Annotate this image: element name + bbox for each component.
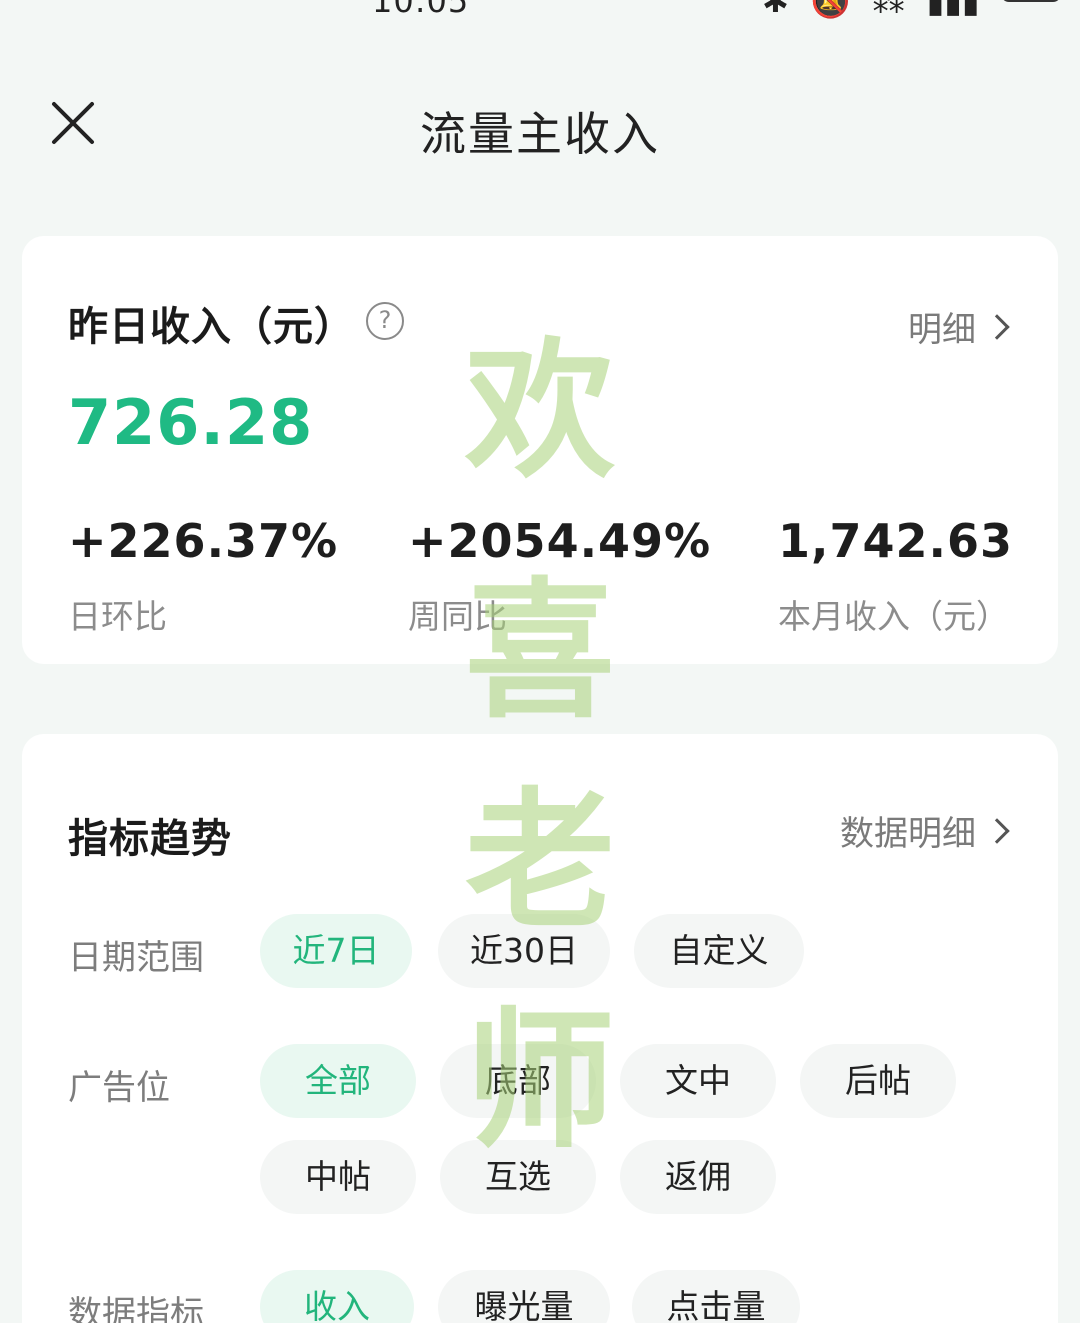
- stat-value: +226.37%: [68, 514, 339, 568]
- data-detail-link[interactable]: 数据明细: [840, 806, 1010, 855]
- chevron-right-icon: [984, 817, 1010, 844]
- chip-impressions[interactable]: 曝光量: [438, 1270, 610, 1323]
- chip-last-7-days[interactable]: 近7日: [260, 914, 412, 988]
- chip-bottom[interactable]: 底部: [440, 1044, 596, 1118]
- chip-clicks[interactable]: 点击量: [632, 1270, 800, 1323]
- stat-value: +2054.49%: [408, 514, 712, 568]
- income-detail-label: 明细: [908, 310, 976, 350]
- stat-month-income: 1,742.63 本月收入（元）: [778, 514, 1013, 638]
- status-bar: 10:05 ✱ 🔕 ⁂ ▮▮▮ 82: [0, 0, 1080, 20]
- signal-icon: ▮▮▮: [926, 0, 980, 20]
- income-detail-link[interactable]: 明细: [908, 302, 1010, 351]
- chip-custom[interactable]: 自定义: [634, 914, 804, 988]
- battery-icon: 82: [1001, 0, 1062, 2]
- help-icon[interactable]: ?: [366, 302, 404, 340]
- chip-in-article[interactable]: 文中: [620, 1044, 776, 1118]
- chip-after-post[interactable]: 后帖: [800, 1044, 956, 1118]
- ad-position-label: 广告位: [68, 1068, 170, 1108]
- bluetooth-icon: ✱: [762, 0, 789, 20]
- date-range-label: 日期范围: [68, 938, 204, 978]
- trend-title: 指标趋势: [68, 816, 232, 862]
- stat-label: 周同比: [408, 597, 507, 636]
- stat-value: 1,742.63: [778, 514, 1013, 568]
- data-detail-label: 数据明细: [840, 814, 976, 854]
- chip-mutual-select[interactable]: 互选: [440, 1140, 596, 1214]
- chip-all[interactable]: 全部: [260, 1044, 416, 1118]
- stat-label: 日环比: [68, 597, 167, 636]
- page-title: 流量主收入: [420, 107, 660, 161]
- stat-week-over-week: +2054.49% 周同比: [408, 514, 711, 638]
- yesterday-income-amount: 726.28: [68, 386, 314, 459]
- top-nav: 流量主收入: [0, 80, 1080, 170]
- stat-label: 本月收入（元）: [778, 597, 1009, 636]
- stat-day-over-day: +226.37% 日环比: [68, 514, 338, 638]
- chip-income[interactable]: 收入: [260, 1270, 414, 1323]
- trend-card: 指标趋势 数据明细 日期范围 近7日 近30日 自定义 广告位 全部 底部 文中…: [22, 734, 1058, 1323]
- yesterday-income-label: 昨日收入（元）: [68, 304, 355, 350]
- status-time: 10:05: [372, 0, 470, 20]
- chip-mid-post[interactable]: 中帖: [260, 1140, 416, 1214]
- mute-icon: 🔕: [810, 0, 851, 20]
- metrics-label: 数据指标: [68, 1294, 204, 1323]
- chip-commission[interactable]: 返佣: [620, 1140, 776, 1214]
- wifi-icon: ⁂: [872, 0, 905, 20]
- income-card: 昨日收入（元） ? 明细 726.28 +226.37% 日环比 +2054.4…: [22, 236, 1058, 664]
- status-icons: ✱ 🔕 ⁂ ▮▮▮ 82: [762, 0, 1062, 20]
- chevron-right-icon: [984, 313, 1010, 340]
- chip-last-30-days[interactable]: 近30日: [438, 914, 610, 988]
